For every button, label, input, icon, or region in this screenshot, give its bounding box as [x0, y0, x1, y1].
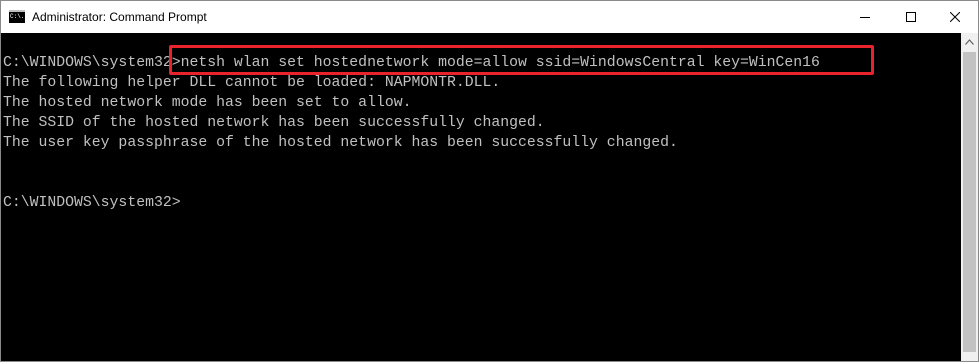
minimize-icon — [860, 17, 870, 18]
cmd-icon[interactable]: C:\. — [9, 10, 25, 23]
cmd-icon-text: C:\. — [10, 13, 25, 20]
window-title: Administrator: Command Prompt — [32, 10, 207, 24]
close-icon — [950, 12, 960, 22]
console-line: C:\WINDOWS\system32>netsh wlan set hoste… — [3, 55, 820, 71]
maximize-icon — [906, 12, 916, 22]
scroll-up-button[interactable] — [961, 33, 978, 50]
maximize-button[interactable] — [888, 1, 934, 33]
vertical-scrollbar[interactable] — [961, 33, 978, 361]
minimize-button[interactable] — [842, 1, 888, 33]
command-prompt-window: C:\. Administrator: Command Prompt C:\WI… — [0, 0, 979, 362]
console-line: The hosted network mode has been set to … — [3, 95, 412, 111]
console-line: The SSID of the hosted network has been … — [3, 115, 545, 131]
console-line: The user key passphrase of the hosted ne… — [3, 135, 678, 151]
console-prompt-line: C:\WINDOWS\system32> — [3, 195, 181, 211]
title-bar[interactable]: C:\. Administrator: Command Prompt — [1, 1, 978, 33]
scroll-up-arrow-icon — [965, 38, 974, 45]
close-button[interactable] — [932, 1, 978, 33]
console-line: The following helper DLL cannot be loade… — [3, 75, 501, 91]
console-output[interactable]: C:\WINDOWS\system32>netsh wlan set hoste… — [1, 33, 961, 361]
scrollbar-thumb[interactable] — [963, 52, 976, 352]
